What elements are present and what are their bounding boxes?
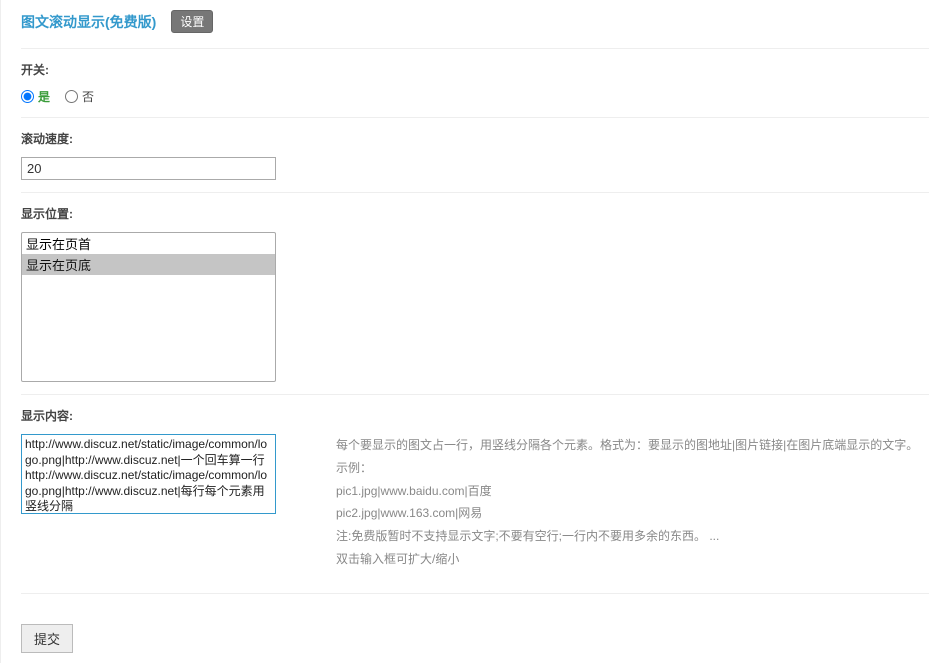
- position-option-top[interactable]: 显示在页首: [22, 233, 275, 254]
- radio-yes-input[interactable]: [21, 90, 34, 103]
- radio-yes-label: 是: [38, 88, 50, 105]
- radio-yes[interactable]: 是: [21, 88, 50, 105]
- help-line5: 注:免费版暂时不支持显示文字;不要有空行;一行内不要用多余的东西。 ...: [336, 525, 929, 548]
- speed-label: 滚动速度:: [21, 130, 929, 147]
- radio-no-label: 否: [82, 88, 94, 105]
- help-line3: pic1.jpg|www.baidu.com|百度: [336, 480, 929, 503]
- help-line6: 双击输入框可扩大/缩小: [336, 548, 929, 571]
- help-line4: pic2.jpg|www.163.com|网易: [336, 502, 929, 525]
- switch-label: 开关:: [21, 61, 929, 78]
- position-select[interactable]: 显示在页首 显示在页底: [21, 232, 276, 382]
- submit-button[interactable]: 提交: [21, 624, 73, 653]
- radio-no-input[interactable]: [65, 90, 78, 103]
- page-title: 图文滚动显示(免费版): [21, 12, 156, 32]
- content-textarea[interactable]: [21, 434, 276, 514]
- speed-input[interactable]: [21, 157, 276, 180]
- radio-no[interactable]: 否: [65, 88, 94, 105]
- position-option-bottom[interactable]: 显示在页底: [22, 254, 275, 275]
- help-line1: 每个要显示的图文占一行，用竖线分隔各个元素。格式为：要显示的图地址|图片链接|在…: [336, 434, 929, 457]
- position-label: 显示位置:: [21, 205, 929, 222]
- content-help: 每个要显示的图文占一行，用竖线分隔各个元素。格式为：要显示的图地址|图片链接|在…: [336, 434, 929, 571]
- settings-button[interactable]: 设置: [171, 10, 213, 33]
- content-label: 显示内容:: [21, 407, 929, 424]
- help-line2: 示例：: [336, 457, 929, 480]
